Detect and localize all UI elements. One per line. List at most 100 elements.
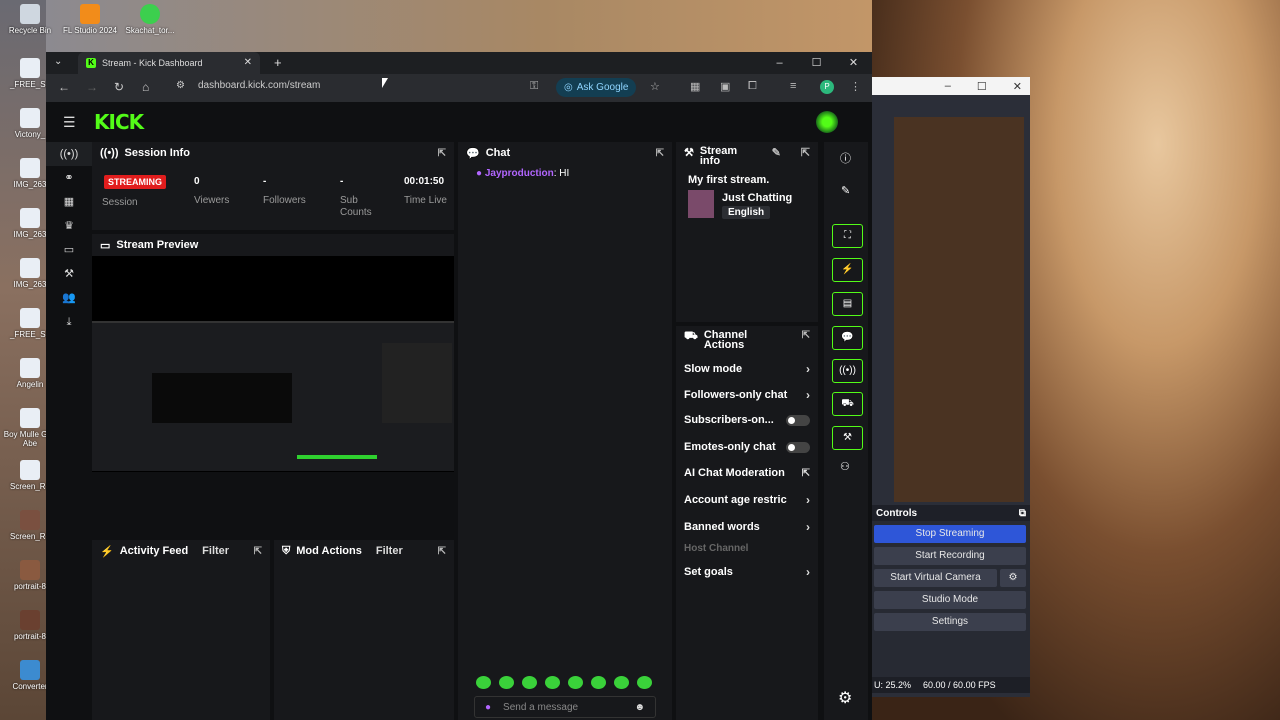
studio-mode-button[interactable]: Studio Mode [874, 591, 1026, 609]
mod-filter-button[interactable]: Filter [376, 545, 403, 557]
obs-status-bar: U: 25.2% 60.00 / 60.00 FPS [872, 677, 1030, 693]
recycle-bin-icon [20, 4, 40, 24]
quick-action-lightning-icon[interactable]: ⚡ [832, 258, 863, 282]
start-virtual-camera-button[interactable]: Start Virtual Camera [874, 569, 997, 587]
forward-icon[interactable]: → [86, 80, 98, 94]
followers-only-row[interactable]: Followers-only chat › [684, 388, 810, 402]
streaming-badge: STREAMING [104, 175, 166, 189]
start-recording-button[interactable]: Start Recording [874, 547, 1026, 565]
ask-google-button[interactable]: ◎ Ask Google [556, 78, 637, 97]
mic-icon: ● [476, 168, 483, 179]
site-settings-icon[interactable]: ⚙ [176, 80, 185, 91]
gear-icon[interactable]: ⚙ [1000, 569, 1026, 587]
quick-action-broadcast-icon[interactable]: ((•)) [832, 359, 863, 383]
tab-kick-dashboard[interactable]: K Stream - Kick Dashboard ✕ [78, 52, 260, 74]
profile-avatar[interactable]: P [820, 80, 834, 94]
image-file-icon [20, 208, 40, 228]
add-user-icon[interactable]: ⚇ [840, 460, 850, 473]
emote-icon[interactable] [522, 676, 537, 689]
popout-icon[interactable]: ⇱ [254, 546, 262, 557]
menu-kebab-icon[interactable]: ⋮ [850, 80, 861, 93]
desktop-icon-skachat[interactable]: Skachat_tor... [120, 4, 180, 35]
kick-logo[interactable]: KICK [94, 110, 144, 134]
banned-words-row[interactable]: Banned words › [684, 520, 810, 534]
stream-broadcast-icon[interactable]: ((•)) [46, 142, 92, 166]
quick-action-media-icon[interactable]: ⛟ [832, 392, 863, 416]
account-age-row[interactable]: Account age restric › [684, 493, 810, 507]
extension-icon-2[interactable]: ▣ [720, 80, 730, 93]
undock-icon[interactable]: ⧉ [1019, 508, 1026, 519]
quick-action-chat-icon[interactable]: 💬 [832, 326, 863, 350]
tab-close-icon[interactable]: ✕ [244, 57, 252, 68]
popout-icon[interactable]: ⇱ [802, 330, 810, 341]
password-key-icon[interactable]: ⚿ [530, 80, 538, 93]
chat-input[interactable]: ● Send a message ☻ [474, 696, 656, 718]
trophy-icon[interactable]: ♛ [46, 214, 92, 238]
popout-icon[interactable]: ⇱ [438, 546, 446, 557]
emoji-icon[interactable]: ☻ [634, 702, 645, 713]
media-icon[interactable]: ▭ [46, 238, 92, 262]
url-field[interactable]: dashboard.kick.com/stream [198, 80, 320, 91]
maximize-icon[interactable]: ☐ [798, 52, 835, 74]
emotes-only-toggle[interactable] [786, 441, 810, 453]
quick-action-wrench-icon[interactable]: ⚒ [832, 426, 863, 450]
tab-search-icon[interactable]: ⌄ [54, 56, 62, 67]
popout-icon[interactable]: ⇱ [438, 148, 446, 159]
extensions-puzzle-icon[interactable]: ⧠ [748, 80, 757, 93]
emote-icon[interactable] [591, 676, 606, 689]
back-icon[interactable]: ← [58, 80, 70, 94]
stat-followers: - Followers [263, 176, 306, 206]
popout-icon[interactable]: ⇱ [656, 148, 664, 159]
desktop-icon-fl-studio[interactable]: FL Studio 2024 [60, 4, 120, 35]
reload-icon[interactable]: ↻ [114, 80, 124, 94]
info-icon[interactable]: ⓘ [840, 150, 851, 166]
audio-file-icon [20, 408, 40, 428]
analytics-icon[interactable]: ▦ [46, 190, 92, 214]
settings-button[interactable]: Settings [874, 613, 1026, 631]
link-icon[interactable]: ⚭ [46, 166, 92, 190]
wrench-icon[interactable]: ⚒ [46, 262, 92, 286]
quick-action-clip-icon[interactable]: ⛶ [832, 224, 863, 248]
minimize-icon[interactable]: – [761, 52, 798, 74]
maximize-icon[interactable]: ☐ [977, 80, 987, 93]
ai-chat-moderation-row[interactable]: AI Chat Moderation ⇱ [684, 467, 810, 479]
popout-icon[interactable]: ⇱ [801, 146, 810, 159]
audio-file-icon [20, 58, 40, 78]
emote-icon[interactable] [499, 676, 514, 689]
activity-filter-button[interactable]: Filter [202, 545, 229, 557]
obs-titlebar: – ☐ ✕ [872, 77, 1030, 95]
category-name[interactable]: Just Chatting [722, 192, 792, 204]
host-channel-row: Host Channel [684, 543, 749, 554]
mod-actions-panel: ⛨ Mod Actions Filter ⇱ [274, 540, 454, 720]
emote-icon[interactable] [614, 676, 629, 689]
quick-action-notes-icon[interactable]: ▤ [832, 292, 863, 316]
emote-icon[interactable] [476, 676, 491, 689]
stream-preview-video[interactable] [92, 256, 454, 472]
emote-icon[interactable] [568, 676, 583, 689]
lightning-icon: ⚡ [100, 545, 114, 558]
desktop-icon-recycle-bin[interactable]: Recycle Bin [0, 4, 60, 35]
chat-title: Chat [485, 147, 511, 159]
users-icon[interactable]: 👥 [46, 286, 92, 310]
slow-mode-row[interactable]: Slow mode › [684, 362, 810, 376]
close-icon[interactable]: ✕ [1013, 80, 1022, 93]
subscribers-only-toggle[interactable] [786, 414, 810, 426]
stop-streaming-button[interactable]: Stop Streaming [874, 525, 1026, 543]
emote-icon[interactable] [637, 676, 652, 689]
set-goals-row[interactable]: Set goals › [684, 565, 810, 579]
new-tab-icon[interactable]: + [274, 55, 282, 70]
home-icon[interactable]: ⌂ [142, 80, 149, 94]
settings-cog-icon[interactable]: ⚙ [838, 688, 852, 708]
user-avatar[interactable] [816, 111, 838, 133]
edit-pencil-icon[interactable]: ✎ [841, 184, 850, 197]
extension-icon[interactable]: ▦ [690, 80, 700, 93]
chat-username[interactable]: Jayproduction [485, 168, 554, 179]
close-icon[interactable]: ✕ [835, 52, 872, 74]
bookmark-star-icon[interactable]: ☆ [650, 80, 660, 93]
edit-pencil-icon[interactable]: ✎ [772, 146, 781, 159]
hamburger-menu-icon[interactable]: ☰ [63, 114, 76, 131]
emote-icon[interactable] [545, 676, 560, 689]
media-control-icon[interactable]: ≡ [790, 80, 796, 92]
download-icon[interactable]: ⤓ [46, 310, 92, 334]
minimize-icon[interactable]: – [945, 80, 951, 92]
